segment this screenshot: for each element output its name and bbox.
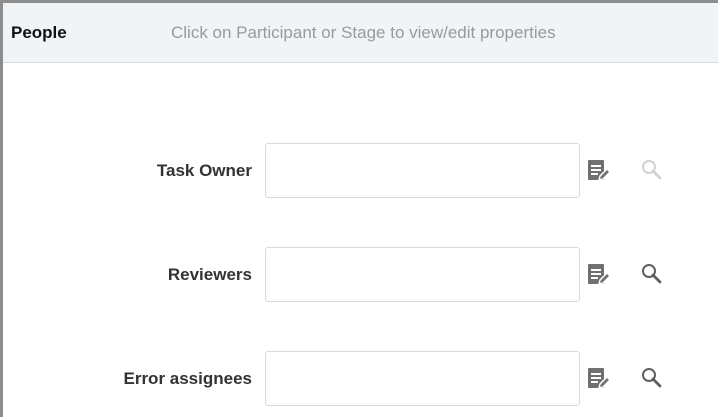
edit-list-icon[interactable] bbox=[587, 365, 613, 391]
error-assignees-search-icon[interactable] bbox=[639, 365, 665, 391]
reviewers-input[interactable] bbox=[265, 247, 580, 302]
panel-title: People bbox=[11, 23, 67, 42]
edit-list-icon[interactable] bbox=[587, 157, 613, 183]
error-assignees-row: Error assignees bbox=[3, 351, 718, 411]
edit-list-icon[interactable] bbox=[587, 261, 613, 287]
error-assignees-input[interactable] bbox=[265, 351, 580, 406]
task-owner-row: Task Owner bbox=[3, 143, 718, 203]
panel-hint: Click on Participant or Stage to view/ed… bbox=[171, 23, 556, 42]
task-owner-search-icon[interactable] bbox=[639, 157, 665, 183]
reviewers-row: Reviewers bbox=[3, 247, 718, 307]
error-assignees-label: Error assignees bbox=[123, 369, 252, 388]
reviewers-label: Reviewers bbox=[167, 265, 252, 284]
task-owner-label: Task Owner bbox=[156, 161, 252, 180]
panel-header: People Click on Participant or Stage to … bbox=[3, 3, 718, 63]
reviewers-search-icon[interactable] bbox=[639, 261, 665, 287]
task-owner-input[interactable] bbox=[265, 143, 580, 198]
people-panel: People Click on Participant or Stage to … bbox=[0, 0, 718, 417]
